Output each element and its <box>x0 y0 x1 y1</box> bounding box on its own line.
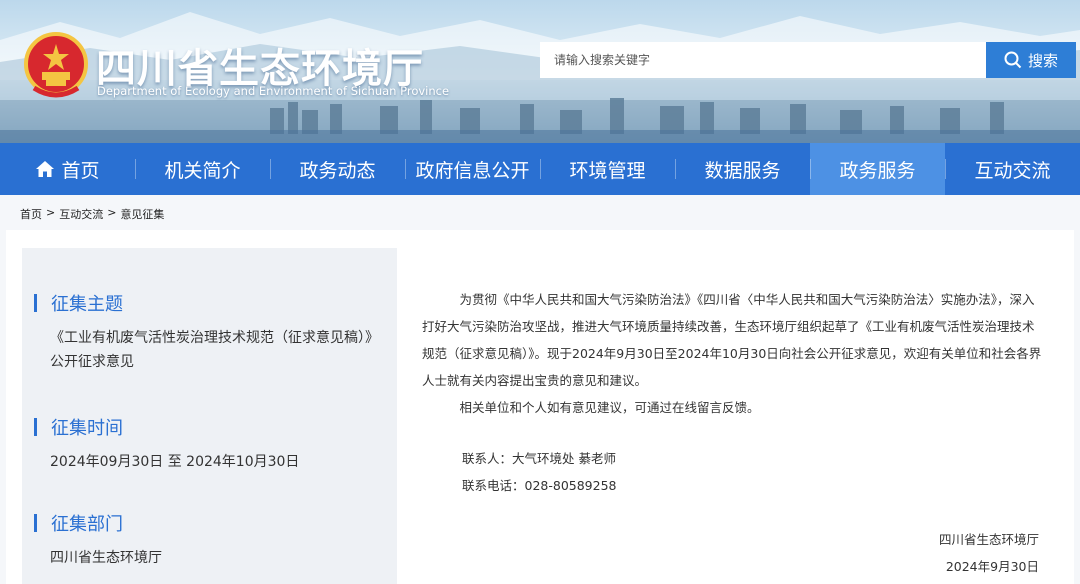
site-subtitle: Department of Ecology and Environment of… <box>97 84 450 98</box>
nav-item-data-service[interactable]: 数据服务 <box>675 143 810 195</box>
search-input[interactable] <box>540 42 986 78</box>
heading-bar <box>34 294 37 312</box>
consultation-sidebar: 征集主题 《工业有机废气活性炭治理技术规范（征求意见稿）》公开征求意见 征集时间… <box>22 248 397 584</box>
topic-section: 征集主题 《工业有机废气活性炭治理技术规范（征求意见稿）》公开征求意见 <box>34 290 374 374</box>
search-button[interactable]: 搜索 <box>986 42 1076 78</box>
nav-label: 政务服务 <box>839 159 916 182</box>
dept-title: 征集部门 <box>51 514 123 535</box>
main-nav: 首页 机关简介 政务动态 政府信息公开 环境管理 数据服务 政务服务 互动交流 <box>0 143 1080 195</box>
article-paragraph: 相关单位和个人如有意见建议，可通过在线留言反馈。 <box>459 400 760 415</box>
dept-text: 四川省生态环境厅 <box>50 550 162 566</box>
nav-item-environment-management[interactable]: 环境管理 <box>540 143 675 195</box>
header-banner: 四川省生态环境厅 Department of Ecology and Envir… <box>0 0 1080 143</box>
heading-bar <box>34 514 37 532</box>
nav-item-about[interactable]: 机关简介 <box>135 143 270 195</box>
breadcrumb-consultation[interactable]: 意见征集 <box>120 206 164 222</box>
nav-label: 政务动态 <box>299 159 376 182</box>
national-emblem-icon <box>24 32 88 98</box>
dept-heading: 征集部门 <box>34 510 374 536</box>
nav-item-home[interactable]: 首页 <box>0 143 135 195</box>
breadcrumb-home[interactable]: 首页 <box>20 206 42 222</box>
nav-item-government-service[interactable]: 政务服务 <box>810 143 945 195</box>
time-heading: 征集时间 <box>34 414 374 440</box>
article-paragraph: 为贯彻《中华人民共和国大气污染防治法》《四川省〈中华人民共和国大气污染防治法〉实… <box>422 292 1042 388</box>
nav-label: 数据服务 <box>704 159 781 182</box>
nav-label: 互动交流 <box>974 159 1051 182</box>
nav-item-news[interactable]: 政务动态 <box>270 143 405 195</box>
contact-phone: 联系电话：028-80589258 <box>462 478 617 493</box>
search-bar: 搜索 <box>540 42 1076 78</box>
contact-person: 联系人：大气环境处 綦老师 <box>462 451 616 466</box>
sign-date: 2024年9月30日 <box>945 559 1039 574</box>
home-icon <box>35 160 55 178</box>
article-body: 为贯彻《中华人民共和国大气污染防治法》《四川省〈中华人民共和国大气污染防治法〉实… <box>422 286 1044 421</box>
nav-label: 政府信息公开 <box>415 159 530 182</box>
nav-label: 首页 <box>61 159 100 182</box>
nav-label: 环境管理 <box>569 159 646 182</box>
dept-section: 征集部门 四川省生态环境厅 <box>34 510 374 570</box>
time-section: 征集时间 2024年09月30日 至 2024年10月30日 <box>34 414 374 474</box>
search-icon <box>1004 51 1022 69</box>
breadcrumb: 首页 > 互动交流 > 意见征集 <box>20 206 164 222</box>
topic-text: 《工业有机废气活性炭治理技术规范（征求意见稿）》公开征求意见 <box>50 330 372 370</box>
topic-heading: 征集主题 <box>34 290 374 316</box>
time-text: 2024年09月30日 至 2024年10月30日 <box>50 454 300 470</box>
search-button-label: 搜索 <box>1027 51 1058 70</box>
heading-bar <box>34 418 37 436</box>
nav-item-info-disclosure[interactable]: 政府信息公开 <box>405 143 540 195</box>
breadcrumb-separator: > <box>107 206 117 219</box>
topic-title: 征集主题 <box>51 294 123 315</box>
breadcrumb-separator: > <box>46 206 56 219</box>
time-title: 征集时间 <box>51 418 123 439</box>
sign-organization: 四川省生态环境厅 <box>938 532 1039 547</box>
nav-label: 机关简介 <box>164 159 241 182</box>
nav-item-interaction[interactable]: 互动交流 <box>945 143 1080 195</box>
breadcrumb-interaction[interactable]: 互动交流 <box>59 206 103 222</box>
